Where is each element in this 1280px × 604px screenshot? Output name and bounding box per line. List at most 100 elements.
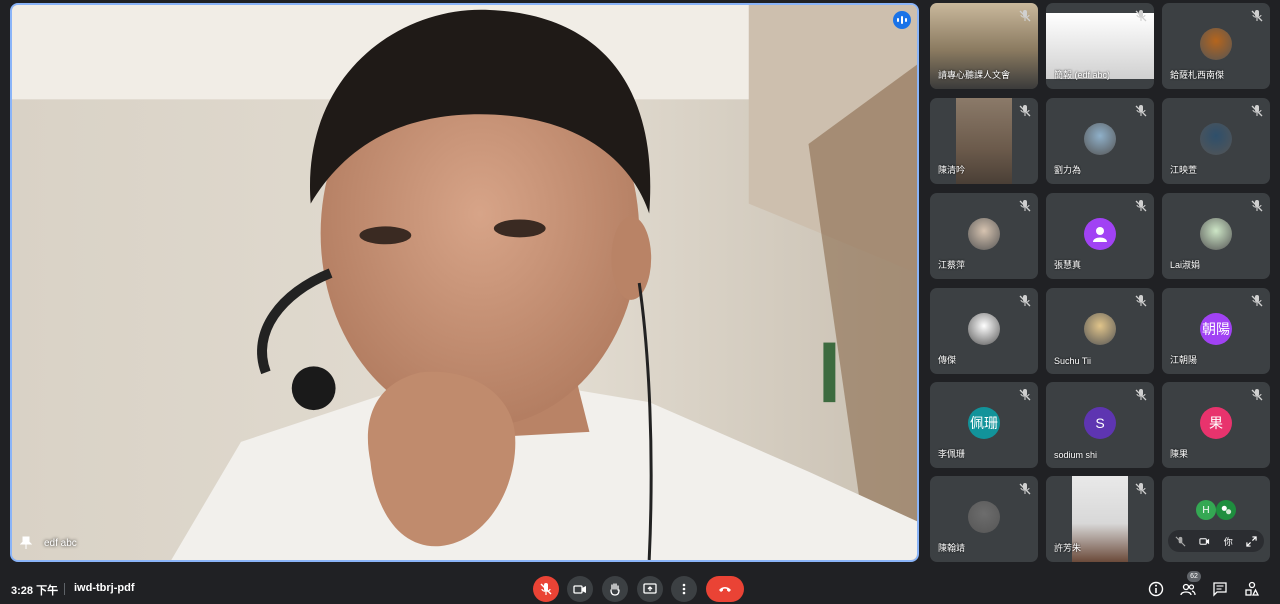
more-options-icon [682, 583, 686, 595]
info-icon [1148, 581, 1164, 597]
participant-name: 張慧真 [1054, 260, 1082, 270]
participant-name: 鉿薩札西南傑 [1170, 70, 1225, 80]
mic-off-icon [1018, 9, 1032, 23]
mic-off-icon [1018, 482, 1032, 496]
participant-name: 李佩珊 [938, 449, 966, 459]
self-mic-off-icon[interactable] [1175, 536, 1186, 547]
participant-avatar: 佩珊 [968, 407, 1000, 439]
participant-avatar: 果 [1200, 407, 1232, 439]
chat-icon [1213, 582, 1227, 597]
meeting-code: iwd-tbrj-pdf [74, 582, 135, 594]
participant-tile[interactable]: 簡報 (edf abc) [1046, 3, 1154, 89]
participant-photo [968, 313, 1000, 345]
camera-toggle-button[interactable] [567, 576, 593, 602]
participant-tile[interactable]: 鉿薩札西南傑 [1162, 3, 1270, 89]
mic-off-icon [1134, 104, 1148, 118]
meeting-details-button[interactable] [1146, 579, 1166, 599]
participant-tile[interactable]: Suchu Tii [1046, 288, 1154, 374]
participant-tile[interactable]: 朝陽 江朝陽 [1162, 288, 1270, 374]
camera-icon [573, 585, 586, 594]
participant-photo [968, 218, 1000, 250]
mic-off-icon [1250, 388, 1264, 402]
mic-off-icon [540, 583, 552, 595]
participant-tile[interactable]: 陳清吟 [930, 98, 1038, 184]
mic-off-icon [1134, 482, 1148, 496]
participant-name: 陳果 [1170, 449, 1189, 459]
people-button[interactable] [1178, 579, 1198, 599]
participant-name: 江朝陽 [1170, 355, 1198, 365]
self-tile-controls: 你 [1168, 530, 1264, 552]
mic-off-icon [1018, 199, 1032, 213]
mic-off-icon [1134, 9, 1148, 23]
default-avatar-icon [1084, 218, 1116, 250]
participant-tile[interactable]: Lai淑娟 [1162, 193, 1270, 279]
mic-off-icon [1134, 199, 1148, 213]
participant-tile[interactable]: Ssodium shi [1046, 382, 1154, 468]
meeting-stage: edf abc 請專心聽課人文會 簡報 (edf abc) 鉿薩札西南傑陳清吟 劉力為… [0, 0, 1280, 568]
participant-name: 陳翰靖 [938, 543, 966, 553]
participant-photo [1200, 123, 1232, 155]
chat-button[interactable] [1210, 579, 1230, 599]
mic-off-icon [1250, 294, 1264, 308]
participant-name: 請專心聽課人文會 [938, 70, 1011, 80]
participant-name: sodium shi [1054, 450, 1098, 460]
main-speaker-nameplate: edf abc [20, 536, 77, 550]
participant-tile[interactable]: 江映萱 [1162, 98, 1270, 184]
participant-tile[interactable]: 劉力為 [1046, 98, 1154, 184]
participant-tile[interactable]: 陳翰靖 [930, 476, 1038, 562]
raise-hand-button[interactable] [602, 576, 628, 602]
self-camera-icon[interactable] [1199, 536, 1210, 547]
present-button[interactable] [637, 576, 663, 602]
people-icon [1180, 583, 1196, 596]
main-speaker-name: edf abc [44, 537, 77, 549]
participant-tile[interactable]: 請專心聽課人文會 [930, 3, 1038, 89]
mic-off-icon [1250, 104, 1264, 118]
participant-avatar: S [1084, 407, 1116, 439]
group-icon [1221, 505, 1232, 515]
participant-tile[interactable]: 佩珊 李佩珊 [930, 382, 1038, 468]
participant-photo [1200, 218, 1232, 250]
participant-count-badge: 62 [1187, 571, 1201, 582]
mic-toggle-button[interactable] [533, 576, 559, 602]
pin-icon[interactable] [20, 536, 32, 550]
participant-name: 劉力為 [1054, 165, 1082, 175]
activities-button[interactable] [1242, 579, 1262, 599]
mic-off-icon [1134, 388, 1148, 402]
speaker-video-frame [12, 5, 917, 560]
mic-off-icon [1018, 104, 1032, 118]
speaking-indicator-icon [893, 11, 911, 29]
participant-tile[interactable]: 許芳朱 [1046, 476, 1154, 562]
divider [64, 583, 65, 595]
participant-name: Lai淑娟 [1170, 260, 1201, 270]
participant-tile[interactable]: 果陳果 [1162, 382, 1270, 468]
participant-name: 許芳朱 [1054, 543, 1082, 553]
participant-name: 江映萱 [1170, 165, 1198, 175]
mic-off-icon [1134, 294, 1148, 308]
self-tile[interactable]: H 你 [1162, 476, 1270, 562]
expand-icon[interactable] [1246, 535, 1257, 547]
participant-name: 江蔡萍 [938, 260, 966, 270]
participant-name: Suchu Tii [1054, 356, 1092, 366]
self-avatar-secondary [1216, 500, 1236, 520]
hang-up-icon [719, 587, 731, 592]
mic-off-icon [1018, 388, 1032, 402]
activities-icon [1245, 581, 1260, 596]
participant-tile[interactable]: 江蔡萍 [930, 193, 1038, 279]
self-avatar: H [1196, 500, 1216, 520]
present-icon [643, 583, 657, 594]
mic-off-icon [1018, 294, 1032, 308]
hang-up-button[interactable] [706, 576, 744, 602]
participant-photo [968, 501, 1000, 533]
more-options-button[interactable] [671, 576, 697, 602]
raise-hand-icon [610, 583, 620, 596]
mic-off-icon [1250, 9, 1264, 23]
participant-name: 傳傑 [938, 355, 957, 365]
participant-tile[interactable]: 張慧真 [1046, 193, 1154, 279]
participant-name: 陳清吟 [938, 165, 966, 175]
participant-photo [1200, 28, 1232, 60]
participant-avatar: 朝陽 [1200, 313, 1232, 345]
clock: 3:28 下午 [11, 585, 59, 597]
main-speaker-video[interactable]: edf abc [10, 3, 919, 562]
self-you-label: 你 [1223, 536, 1233, 547]
participant-tile[interactable]: 傳傑 [930, 288, 1038, 374]
